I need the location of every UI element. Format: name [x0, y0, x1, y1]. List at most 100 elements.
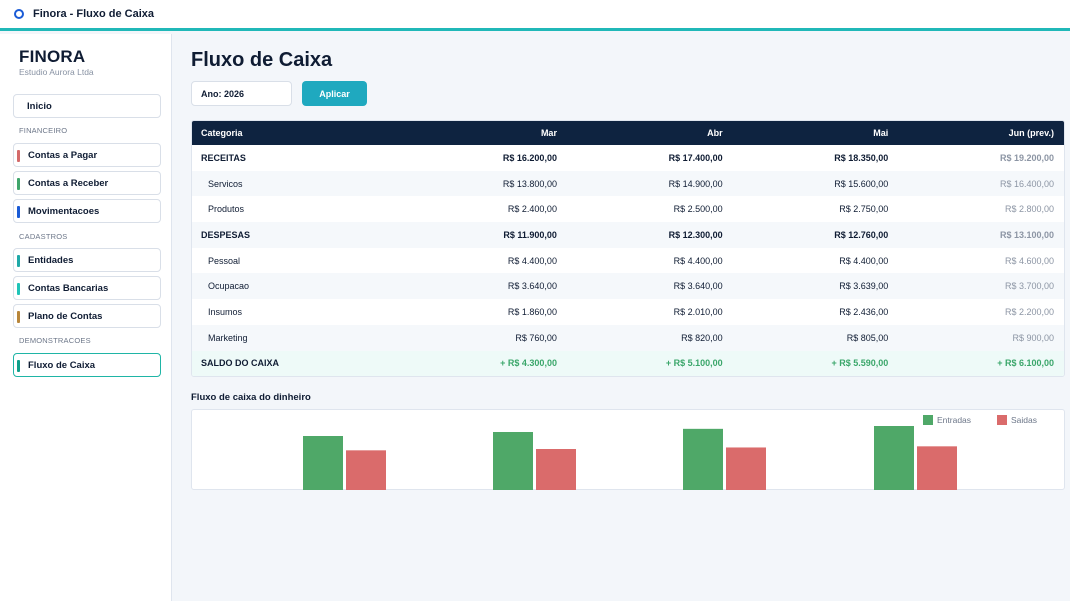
table-group-row: DESPESAS R$ 11.900,00 R$ 12.300,00 R$ 12.76…	[192, 222, 1064, 248]
value-cell: R$ 13.800,00	[502, 178, 557, 189]
sidebar-item-plano-de-contas[interactable]: Plano de Contas	[13, 304, 161, 328]
value-cell: R$ 2.400,00	[507, 204, 557, 215]
column-header: Mai	[873, 128, 889, 138]
value-cell: R$ 4.600,00	[1004, 255, 1054, 266]
company-name: Estudio Aurora Ltda	[19, 67, 94, 77]
value-cell: R$ 16.200,00	[502, 152, 557, 163]
legend-swatch	[997, 415, 1007, 425]
year-filter-input[interactable]	[191, 81, 292, 106]
value-cell: R$ 900,00	[1012, 332, 1054, 343]
category-cell: DESPESAS	[201, 229, 251, 240]
value-cell: R$ 2.200,00	[1004, 306, 1054, 317]
category-color-marker	[17, 360, 20, 372]
column-header: Categoria	[201, 128, 243, 138]
category-cell: Ocupacao	[208, 281, 250, 292]
sidebar-item-label: Fluxo de Caixa	[28, 359, 96, 371]
section-financeiro: FINANCEIRO	[19, 126, 68, 135]
sidebar-item-label: Contas Bancarias	[28, 282, 109, 294]
bar-entradas-2	[683, 428, 723, 490]
legend-label: Entradas	[937, 415, 972, 425]
value-cell: R$ 15.600,00	[834, 178, 889, 189]
app-logo-icon	[14, 9, 24, 19]
sidebar-item-label: Entidades	[28, 254, 74, 266]
sidebar-item-label: Contas a Pagar	[28, 149, 98, 161]
value-cell: R$ 17.400,00	[668, 152, 723, 163]
value-cell: R$ 2.750,00	[839, 204, 889, 215]
value-cell: R$ 3.640,00	[507, 281, 557, 292]
category-cell: Produtos	[208, 204, 245, 215]
category-cell: Marketing	[208, 332, 248, 343]
column-header: Mar	[540, 128, 557, 138]
value-cell: R$ 1.860,00	[507, 306, 557, 317]
table-header-row: Categoria Mar Abr Mai Jun (prev.)	[192, 121, 1064, 145]
value-cell: + R$ 5.590,00	[831, 358, 889, 369]
category-cell: RECEITAS	[201, 152, 246, 163]
value-cell: R$ 11.900,00	[503, 229, 557, 240]
value-cell: R$ 12.300,00	[668, 229, 723, 240]
sidebar-item-movimentacoes[interactable]: Movimentacoes	[13, 199, 161, 223]
column-header: Jun (prev.)	[1008, 128, 1054, 138]
value-cell: R$ 12.760,00	[834, 229, 889, 240]
category-cell: Insumos	[208, 306, 243, 317]
value-cell: R$ 4.400,00	[839, 255, 889, 266]
brand-name: FINORA	[19, 47, 86, 66]
table-row: Servicos R$ 13.800,00 R$ 14.900,00 R$ 15.60…	[192, 170, 1064, 197]
sidebar-item-label: Contas a Receber	[28, 177, 109, 189]
value-cell: R$ 4.400,00	[673, 255, 723, 266]
sidebar-item-contas-bancarias[interactable]: Contas Bancarias	[13, 276, 161, 300]
value-cell: R$ 820,00	[681, 332, 723, 343]
sidebar-item-inicio[interactable]: Inicio	[13, 94, 161, 118]
category-cell: Pessoal	[208, 255, 241, 266]
sidebar: FINORA Estudio Aurora Ltda Inicio FINANC…	[0, 34, 172, 601]
table-row: Marketing R$ 760,00 R$ 820,00 R$ 805,00 R$ 9…	[192, 324, 1064, 351]
category-color-marker	[17, 178, 20, 190]
category-color-marker	[17, 283, 20, 295]
column-header: Abr	[707, 128, 723, 138]
value-cell: R$ 19.200,00	[999, 152, 1054, 163]
bar-entradas-3	[874, 426, 914, 490]
sidebar-item-entidades[interactable]: Entidades	[13, 248, 161, 272]
bar-entradas-1	[493, 432, 533, 490]
value-cell: + R$ 5.100,00	[665, 358, 723, 369]
sidebar-item-contas-a-pagar[interactable]: Contas a Pagar	[13, 143, 161, 167]
table-row: Pessoal R$ 4.400,00 R$ 4.400,00 R$ 4.400,00…	[192, 248, 1064, 274]
sidebar-item-label: Inicio	[27, 100, 52, 112]
table-group-row: RECEITAS R$ 16.200,00 R$ 17.400,00 R$ 18.35…	[192, 145, 1064, 171]
value-cell: R$ 2.436,00	[839, 306, 889, 317]
value-cell: R$ 18.350,00	[834, 152, 889, 163]
legend-swatch	[923, 415, 933, 425]
value-cell: + R$ 6.100,00	[997, 358, 1054, 369]
legend-item-saidas: Saidas	[997, 415, 1037, 425]
cash-flow-chart: Entradas Saidas	[191, 409, 1065, 490]
legend-item-entradas: Entradas	[923, 415, 971, 425]
value-cell: R$ 16.400,00	[999, 178, 1054, 189]
bar-saidas-2	[726, 447, 766, 490]
category-color-marker	[17, 150, 20, 162]
value-cell: R$ 3.639,00	[839, 281, 889, 292]
apply-button[interactable]: Aplicar	[302, 81, 367, 106]
category-color-marker	[17, 255, 20, 267]
table-total-row: SALDO DO CAIXA + R$ 4.300,00 + R$ 5.100,00…	[192, 350, 1064, 376]
category-color-marker	[17, 206, 20, 218]
sidebar-item-fluxo-de-caixa[interactable]: Fluxo de Caixa	[13, 353, 161, 377]
bar-saidas-0	[346, 450, 386, 490]
value-cell: R$ 2.800,00	[1004, 204, 1054, 215]
section-cadastros: CADASTROS	[19, 232, 68, 241]
category-cell: Servicos	[208, 178, 243, 189]
cash-flow-table: Categoria Mar Abr Mai Jun (prev.) RECEIT…	[191, 120, 1065, 377]
value-cell: R$ 14.900,00	[668, 178, 723, 189]
sidebar-item-label: Movimentacoes	[28, 205, 100, 217]
value-cell: R$ 2.010,00	[673, 306, 723, 317]
value-cell: R$ 2.500,00	[673, 204, 723, 215]
value-cell: R$ 805,00	[846, 332, 889, 343]
legend-label: Saidas	[1011, 415, 1037, 425]
value-cell: + R$ 4.300,00	[500, 358, 557, 369]
category-cell: SALDO DO CAIXA	[201, 358, 280, 369]
sidebar-item-contas-a-receber[interactable]: Contas a Receber	[13, 171, 161, 195]
table-row: Ocupacao R$ 3.640,00 R$ 3.640,00 R$ 3.639,0…	[192, 273, 1064, 300]
title-bar: Finora - Fluxo de Caixa	[0, 0, 1070, 31]
value-cell: R$ 3.700,00	[1004, 281, 1054, 292]
sidebar-item-label: Plano de Contas	[28, 310, 103, 322]
window-title: Finora - Fluxo de Caixa	[33, 8, 155, 20]
value-cell: R$ 760,00	[515, 332, 557, 343]
